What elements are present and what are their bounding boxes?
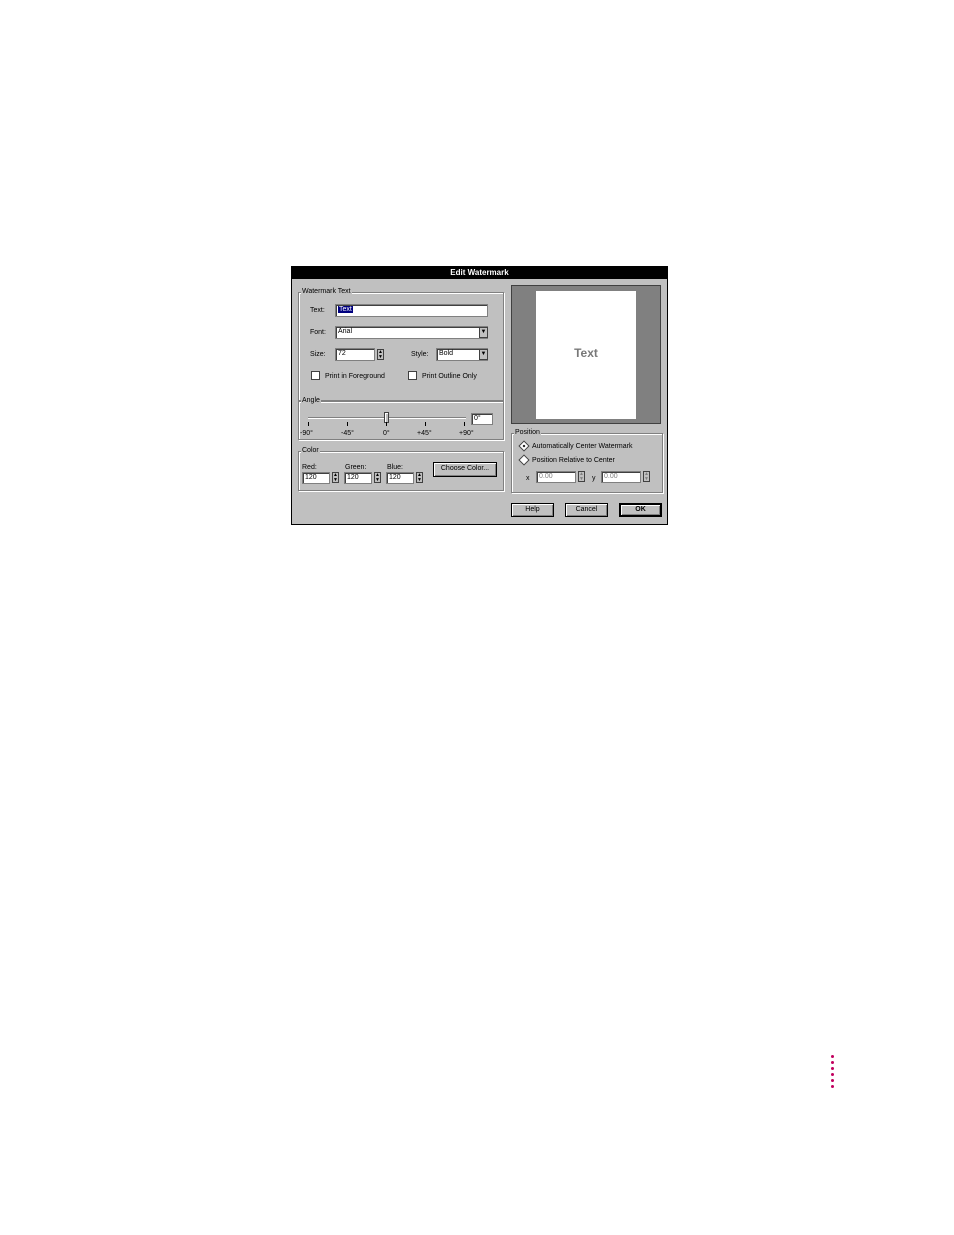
angle-tick-label: -45°	[341, 430, 354, 437]
margin-dot	[831, 1079, 834, 1082]
font-select[interactable]: Arial	[335, 326, 488, 339]
angle-tick-label: +45°	[417, 430, 432, 437]
text-input-value: Text	[338, 306, 353, 313]
watermark-text-group-label: Watermark Text	[301, 287, 352, 296]
x-input-value: 0.00	[539, 473, 553, 480]
angle-tick	[425, 422, 426, 426]
blue-input-value: 120	[389, 474, 401, 481]
green-input-value: 120	[347, 474, 359, 481]
ok-button[interactable]: OK	[619, 503, 662, 517]
margin-dot	[831, 1067, 834, 1070]
print-foreground-checkbox[interactable]	[311, 371, 320, 380]
angle-group-label: Angle	[301, 396, 321, 405]
green-spinner-icon[interactable]: ▲ ▼	[374, 472, 381, 483]
angle-value-box: 0°	[471, 413, 493, 425]
x-spinner-icon[interactable]: ▲ ▼	[578, 471, 585, 482]
cancel-button[interactable]: Cancel	[565, 503, 608, 517]
choose-color-button[interactable]: Choose Color...	[433, 462, 497, 477]
y-spinner-icon[interactable]: ▲ ▼	[643, 471, 650, 482]
y-input-value: 0.00	[604, 473, 618, 480]
angle-tick	[308, 422, 309, 426]
print-outline-label: Print Outline Only	[422, 373, 477, 380]
print-foreground-label: Print in Foreground	[325, 373, 385, 380]
x-label: x	[526, 475, 530, 482]
font-label: Font:	[310, 329, 326, 336]
text-label: Text:	[310, 307, 325, 314]
color-group-label: Color	[301, 446, 320, 455]
style-label: Style:	[411, 351, 429, 358]
angle-tick-label: 0°	[383, 430, 390, 437]
margin-dot	[831, 1061, 834, 1064]
font-select-value: Arial	[338, 328, 353, 335]
margin-dot	[831, 1073, 834, 1076]
style-dropdown-arrow-icon[interactable]: ▼	[479, 349, 488, 360]
y-label: y	[592, 475, 596, 482]
margin-dot	[831, 1055, 834, 1058]
angle-tick-label: -90°	[300, 430, 313, 437]
size-input-value: 72	[338, 350, 346, 357]
blue-label: Blue:	[387, 464, 403, 471]
red-input[interactable]: 120	[302, 472, 330, 484]
size-spinner-icon[interactable]: ▲ ▼	[377, 349, 384, 360]
relative-center-label: Position Relative to Center	[532, 457, 615, 464]
blue-spinner-icon[interactable]: ▲ ▼	[416, 472, 423, 483]
angle-tick	[347, 422, 348, 426]
red-spinner-icon[interactable]: ▲ ▼	[332, 472, 339, 483]
size-label: Size:	[310, 351, 326, 358]
font-dropdown-arrow-icon[interactable]: ▼	[479, 327, 488, 338]
text-input[interactable]: Text	[335, 304, 488, 317]
preview-watermark-text: Text	[574, 346, 598, 360]
red-label: Red:	[302, 464, 317, 471]
position-group-label: Position	[514, 428, 541, 437]
watermark-preview: Text	[511, 285, 661, 424]
help-button[interactable]: Help	[511, 503, 554, 517]
style-select-value: Bold	[439, 350, 454, 357]
dialog-title: Edit Watermark	[292, 267, 667, 279]
angle-value: 0°	[474, 415, 481, 422]
angle-tick	[386, 422, 387, 426]
print-outline-checkbox[interactable]	[408, 371, 417, 380]
size-input[interactable]: 72	[335, 348, 375, 361]
edit-watermark-dialog: Edit Watermark Watermark Text Text: Text…	[291, 266, 668, 525]
red-input-value: 120	[305, 474, 317, 481]
auto-center-label: Automatically Center Watermark	[532, 443, 633, 450]
angle-tick-label: +90°	[459, 430, 474, 437]
preview-page: Text	[536, 291, 636, 419]
margin-dot	[831, 1085, 834, 1088]
green-label: Green:	[345, 464, 367, 471]
green-input[interactable]: 120	[344, 472, 372, 484]
y-input[interactable]: 0.00	[601, 471, 641, 483]
angle-tick	[464, 422, 465, 426]
blue-input[interactable]: 120	[386, 472, 414, 484]
x-input[interactable]: 0.00	[536, 471, 576, 483]
